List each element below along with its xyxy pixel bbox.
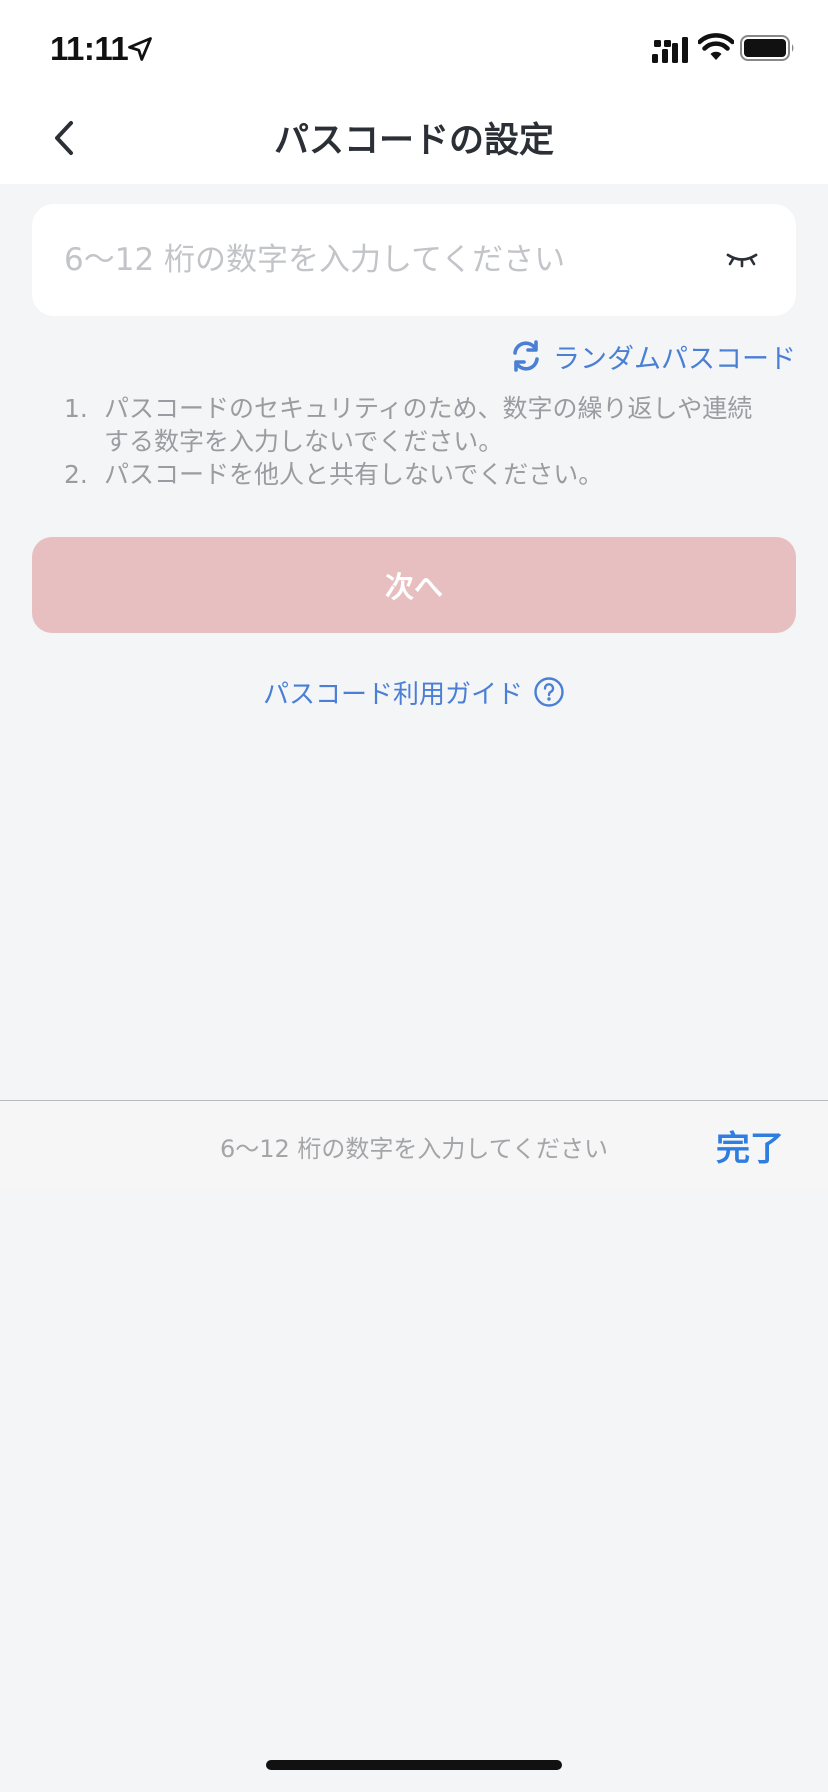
nav-bar: パスコードの設定 [0, 90, 828, 184]
random-passcode-label: ランダムパスコード [553, 343, 796, 375]
refresh-icon [513, 340, 539, 372]
passcode-input[interactable] [64, 204, 704, 316]
note-number: 2. [64, 460, 88, 489]
eye-closed-icon [726, 253, 758, 268]
note-item: 2. パスコードを他人と共有しないでください。 [64, 458, 774, 491]
toolbar-hint: 6～12 桁の数字を入力してください [220, 1135, 608, 1163]
note-item: 1. パスコードのセキュリティのため、数字の繰り返しや連続する数字を入力しないで… [64, 392, 774, 458]
password-visibility-toggle[interactable] [724, 242, 760, 278]
note-number: 1. [64, 394, 88, 423]
next-button[interactable]: 次へ [32, 537, 796, 633]
page-title: パスコードの設定 [273, 121, 554, 161]
done-button[interactable]: 完了 [716, 1119, 784, 1171]
wifi-icon [698, 33, 734, 60]
note-text: パスコードを他人と共有しないでください。 [104, 460, 604, 489]
keyboard-toolbar: 6～12 桁の数字を入力してください 完了 [0, 1100, 828, 1190]
keyboard-area [0, 1190, 828, 1792]
random-passcode-link[interactable]: ランダムパスコード [509, 336, 796, 376]
battery-icon [740, 35, 794, 61]
guide-link-label: パスコード利用ガイド [262, 679, 523, 710]
location-arrow-icon [128, 37, 152, 61]
passcode-notes: 1. パスコードのセキュリティのため、数字の繰り返しや連続する数字を入力しないで… [64, 392, 774, 491]
passcode-guide-link[interactable]: パスコード利用ガイド [0, 672, 828, 712]
status-time: 11:11 [50, 30, 129, 67]
home-indicator [266, 1760, 562, 1770]
signal-icon [652, 37, 688, 63]
note-text: パスコードのセキュリティのため、数字の繰り返しや連続する数字を入力しないでくださ… [104, 394, 753, 456]
passcode-input-card [32, 204, 796, 316]
question-circle-icon [534, 677, 564, 707]
status-bar: 11:11 [0, 0, 828, 90]
